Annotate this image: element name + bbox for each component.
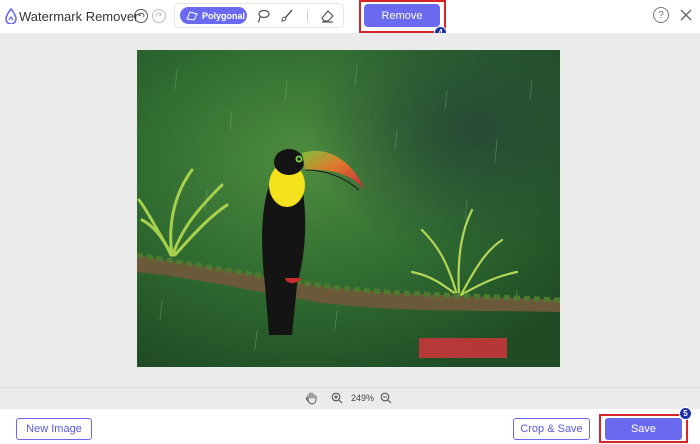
zoom-out-icon[interactable]	[380, 392, 392, 404]
remove-button[interactable]: Remove	[364, 4, 440, 27]
polygonal-tool-button[interactable]: Polygonal	[180, 7, 247, 24]
hand-pan-icon[interactable]	[305, 391, 318, 405]
toolbar-divider	[307, 11, 308, 21]
top-bar: Watermark Remover Polygonal Remove 4 ?	[0, 0, 700, 39]
undo-button[interactable]	[134, 9, 148, 23]
canvas-area	[0, 33, 700, 387]
crop-save-button[interactable]: Crop & Save	[513, 418, 590, 440]
redo-icon	[155, 12, 162, 18]
save-button[interactable]: Save	[605, 418, 682, 440]
undo-icon	[138, 12, 145, 18]
help-button[interactable]: ?	[653, 7, 669, 23]
brush-icon[interactable]	[279, 8, 295, 24]
toucan-photo[interactable]	[137, 50, 560, 367]
new-image-button[interactable]: New Image	[16, 418, 92, 440]
lasso-icon[interactable]	[255, 8, 271, 24]
zoom-in-icon[interactable]	[331, 392, 343, 404]
polygonal-tool-label: Polygonal	[202, 10, 246, 21]
bottom-bar: New Image Crop & Save Save 5	[0, 407, 700, 444]
close-icon[interactable]	[678, 7, 694, 23]
app-logo-icon	[5, 8, 17, 24]
polygonal-icon	[186, 10, 198, 21]
zoom-bar: 249%	[0, 387, 700, 409]
zoom-level: 249%	[351, 393, 375, 403]
selection-toolbar: Polygonal	[174, 3, 344, 28]
step-badge-5: 5	[679, 407, 692, 420]
redo-button[interactable]	[152, 9, 166, 23]
eraser-icon[interactable]	[319, 8, 335, 24]
photo-illustration	[137, 50, 560, 367]
app-title: Watermark Remover	[19, 9, 139, 24]
